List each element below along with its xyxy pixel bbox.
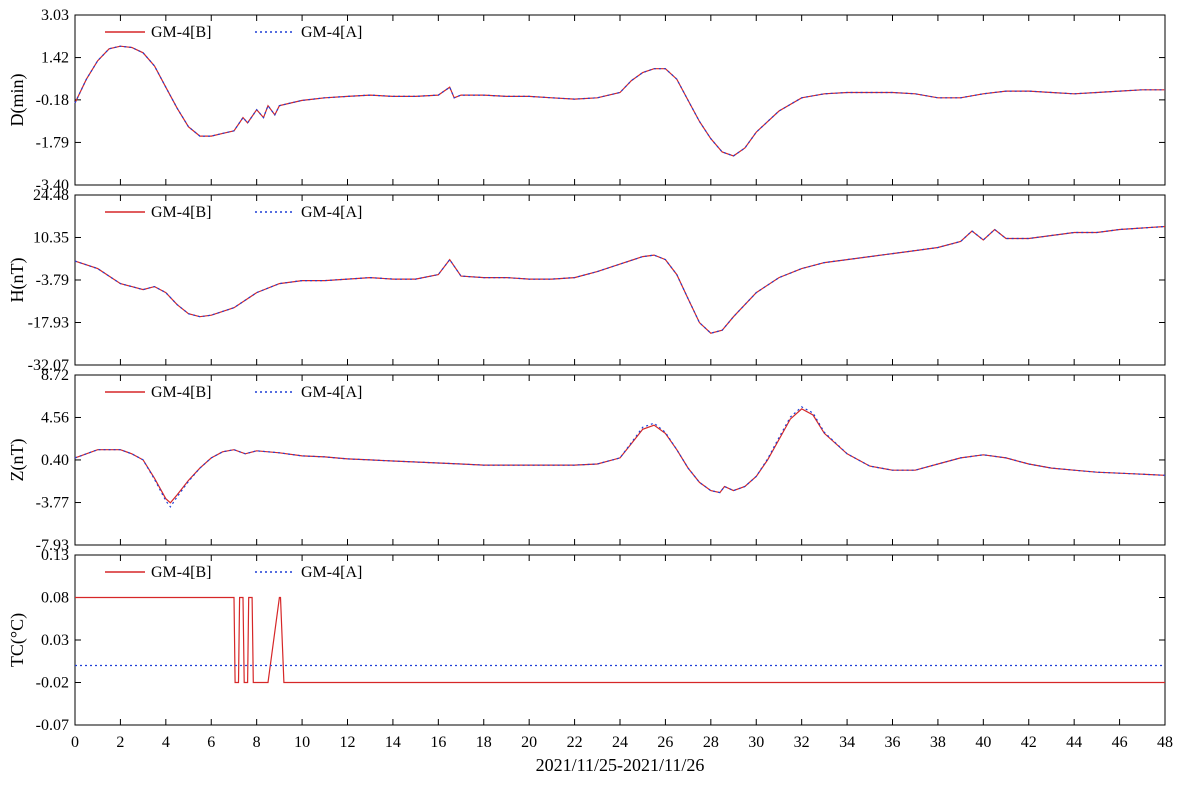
ytick-label: -0.02 <box>36 675 69 692</box>
ytick-label: -17.93 <box>28 314 69 331</box>
ytick-label: 0.08 <box>41 590 69 607</box>
ytick-label: -3.77 <box>36 495 69 512</box>
xtick-label: 6 <box>207 734 215 751</box>
xtick-label: 40 <box>975 734 991 751</box>
xtick-label: 20 <box>521 734 537 751</box>
legend-label-A: GM-4[A] <box>301 24 362 41</box>
xtick-label: 10 <box>294 734 310 751</box>
ytick-label: -0.07 <box>36 717 69 734</box>
legend-label-A: GM-4[A] <box>301 204 362 221</box>
ytick-label: 3.03 <box>41 7 69 24</box>
xaxis-label: 2021/11/25-2021/11/26 <box>536 755 705 775</box>
xtick-label: 0 <box>71 734 79 751</box>
ytick-label: 1.42 <box>41 50 69 67</box>
xtick-label: 8 <box>253 734 261 751</box>
xtick-label: 16 <box>430 734 446 751</box>
ylabel-TC: TC(°C) <box>7 613 28 667</box>
ytick-label: 0.40 <box>41 452 69 469</box>
ytick-label: 0.13 <box>41 547 69 564</box>
ytick-label: -0.18 <box>36 92 69 109</box>
xtick-label: 42 <box>1021 734 1037 751</box>
xtick-label: 26 <box>657 734 673 751</box>
series-H-GM-4[B] <box>75 227 1165 334</box>
xtick-label: 2 <box>116 734 124 751</box>
legend-label-B: GM-4[B] <box>151 384 211 401</box>
ytick-label: -1.79 <box>36 134 69 151</box>
xtick-label: 14 <box>385 734 401 751</box>
legend-label-B: GM-4[B] <box>151 24 211 41</box>
ylabel-H: H(nT) <box>7 258 28 303</box>
ylabel-D: D(min) <box>7 74 28 127</box>
xtick-label: 36 <box>885 734 901 751</box>
series-D-GM-4[B] <box>75 46 1165 156</box>
panel-frame-D <box>75 15 1165 185</box>
xtick-label: 38 <box>930 734 946 751</box>
xtick-label: 34 <box>839 734 855 751</box>
xtick-label: 12 <box>340 734 356 751</box>
series-D-GM-4[A] <box>75 46 1165 156</box>
series-Z-GM-4[B] <box>75 409 1165 503</box>
ytick-label: 4.56 <box>41 409 69 426</box>
xtick-label: 32 <box>794 734 810 751</box>
series-TC-GM-4[B] <box>75 598 1165 683</box>
panel-frame-Z <box>75 375 1165 545</box>
legend-label-B: GM-4[B] <box>151 564 211 581</box>
xtick-label: 48 <box>1157 734 1173 751</box>
ytick-label: 24.48 <box>33 187 69 204</box>
series-Z-GM-4[A] <box>75 407 1165 507</box>
legend-label-A: GM-4[A] <box>301 384 362 401</box>
xtick-label: 18 <box>476 734 492 751</box>
xtick-label: 24 <box>612 734 628 751</box>
legend-label-A: GM-4[A] <box>301 564 362 581</box>
legend-label-B: GM-4[B] <box>151 204 211 221</box>
ytick-label: 0.03 <box>41 632 69 649</box>
series-H-GM-4[A] <box>75 227 1165 334</box>
panel-frame-H <box>75 195 1165 365</box>
xtick-label: 46 <box>1112 734 1128 751</box>
xtick-label: 28 <box>703 734 719 751</box>
xtick-label: 22 <box>567 734 583 751</box>
ylabel-Z: Z(nT) <box>7 439 28 482</box>
ytick-label: -3.79 <box>36 272 69 289</box>
xtick-label: 44 <box>1066 734 1082 751</box>
xtick-label: 30 <box>748 734 764 751</box>
ytick-label: 8.72 <box>41 367 69 384</box>
xtick-label: 4 <box>162 734 170 751</box>
ytick-label: 10.35 <box>33 229 69 246</box>
